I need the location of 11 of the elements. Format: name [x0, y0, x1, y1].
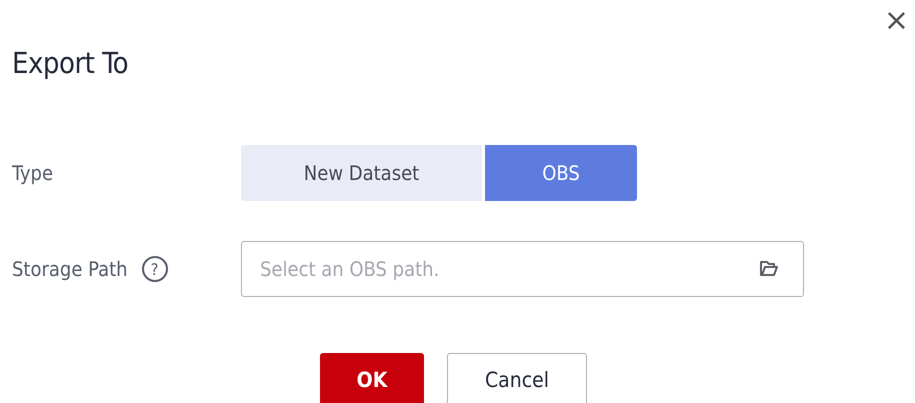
ok-button[interactable]: OK [320, 353, 424, 403]
path-field[interactable]: Select an OBS path. [241, 241, 804, 297]
help-icon[interactable]: ? [142, 256, 168, 282]
segment-option[interactable]: OBS [485, 145, 637, 201]
field-label: Storage Path [12, 257, 128, 281]
cancel-button[interactable]: Cancel [447, 353, 587, 403]
folder-icon[interactable] [758, 259, 778, 279]
dialog-title: Export To [12, 46, 128, 80]
segment-option[interactable]: New Dataset [241, 145, 482, 201]
field-label: Type [12, 161, 54, 185]
close-button[interactable]: × [884, 6, 909, 36]
